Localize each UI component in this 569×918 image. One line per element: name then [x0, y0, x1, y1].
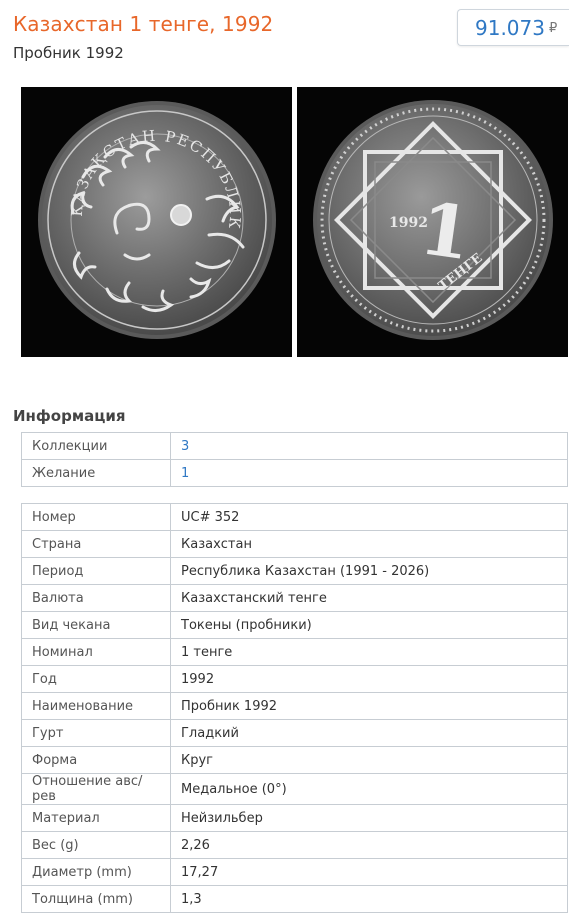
table-row: Валюта Казахстанский тенге [21, 584, 568, 612]
page-subtitle: Пробник 1992 [13, 44, 124, 62]
row-value: 1992 [170, 665, 568, 693]
price-value: 91.073 [475, 16, 545, 40]
row-label: Номинал [21, 638, 171, 666]
table-row: Номинал 1 тенге [21, 638, 568, 666]
table-row: Вес (g) 2,26 [21, 831, 568, 859]
row-value: Круг [170, 746, 568, 774]
table-row: Год 1992 [21, 665, 568, 693]
row-label: Страна [21, 530, 171, 558]
table-row: Вид чекана Токены (пробники) [21, 611, 568, 639]
page-title: Казахстан 1 тенге, 1992 [13, 12, 274, 36]
row-label: Форма [21, 746, 171, 774]
price-badge[interactable]: 91.073 ₽ [457, 9, 569, 46]
collections-link[interactable]: 3 [181, 439, 189, 454]
ruble-icon: ₽ [549, 21, 558, 36]
details-table: Номер UC# 352 Страна Казахстан Период Респу… [21, 503, 568, 913]
row-label: Вид чекана [21, 611, 171, 639]
table-row: Диаметр (mm) 17,27 [21, 858, 568, 886]
coin-obverse-image[interactable]: ҚАЗАҚСТАН РЕСПУБЛИКАСЫ [21, 87, 292, 357]
row-label: Отношение авс/рев [21, 773, 171, 805]
row-value: 17,27 [170, 858, 568, 886]
row-label: Гурт [21, 719, 171, 747]
row-label: Период [21, 557, 171, 585]
row-value: Республика Казахстан (1991 - 2026) [170, 557, 568, 585]
row-value: UC# 352 [170, 503, 568, 531]
info-heading: Информация [13, 407, 126, 425]
row-label: Наименование [21, 692, 171, 720]
row-label: Номер [21, 503, 171, 531]
table-row: Желание 1 [21, 459, 568, 487]
row-value: Медальное (0°) [170, 773, 568, 805]
row-value: 1,3 [170, 885, 568, 913]
table-row: Отношение авс/рев Медальное (0°) [21, 773, 568, 805]
collections-table: Коллекции 3 Желание 1 [21, 432, 568, 487]
table-row: Толщина (mm) 1,3 [21, 885, 568, 913]
table-row: Коллекции 3 [21, 432, 568, 460]
table-row: Номер UC# 352 [21, 503, 568, 531]
row-label: Год [21, 665, 171, 693]
row-label: Желание [21, 459, 171, 487]
row-value: 1 тенге [170, 638, 568, 666]
row-label: Коллекции [21, 432, 171, 460]
row-label: Валюта [21, 584, 171, 612]
wishlist-link[interactable]: 1 [181, 466, 189, 481]
table-row: Страна Казахстан [21, 530, 568, 558]
row-label: Толщина (mm) [21, 885, 171, 913]
table-row: Материал Нейзильбер [21, 804, 568, 832]
row-value: Гладкий [170, 719, 568, 747]
row-value: Токены (пробники) [170, 611, 568, 639]
row-label: Материал [21, 804, 171, 832]
row-value: Нейзильбер [170, 804, 568, 832]
table-row: Гурт Гладкий [21, 719, 568, 747]
row-value: Пробник 1992 [170, 692, 568, 720]
row-label: Диаметр (mm) [21, 858, 171, 886]
row-value: 1 [170, 459, 568, 487]
coin-reverse-image[interactable]: 1992 1 ТЕҢГЕ [297, 87, 568, 357]
row-value: Казахстанский тенге [170, 584, 568, 612]
row-label: Вес (g) [21, 831, 171, 859]
table-row: Форма Круг [21, 746, 568, 774]
table-row: Период Республика Казахстан (1991 - 2026) [21, 557, 568, 585]
row-value: 2,26 [170, 831, 568, 859]
table-row: Наименование Пробник 1992 [21, 692, 568, 720]
row-value: 3 [170, 432, 568, 460]
row-value: Казахстан [170, 530, 568, 558]
